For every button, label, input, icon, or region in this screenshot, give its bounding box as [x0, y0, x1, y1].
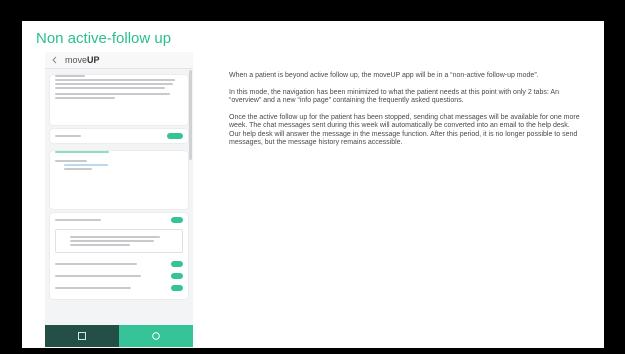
bottom-tab-bar — [45, 325, 193, 347]
tab-info[interactable] — [119, 325, 193, 347]
text-line — [55, 151, 109, 153]
text-line — [64, 168, 92, 170]
paragraph-1: When a patient is beyond active follow u… — [229, 72, 539, 79]
follow-up-card — [50, 151, 188, 209]
info-card — [50, 75, 188, 125]
text-line — [55, 160, 87, 162]
text-line — [70, 244, 130, 246]
back-arrow-icon[interactable] — [51, 56, 59, 64]
tab-overview[interactable] — [45, 325, 119, 347]
text-line — [64, 164, 108, 166]
text-line — [55, 75, 85, 77]
info-icon — [152, 327, 160, 345]
slide: Non active-follow up moveUP When a patie… — [22, 21, 604, 348]
paragraph-3: Once the active follow up for the patien… — [229, 113, 580, 147]
action-pill[interactable] — [167, 133, 183, 139]
paragraph-2: In this mode, the navigation has been mi… — [229, 88, 559, 105]
action-pill[interactable] — [171, 273, 183, 279]
text-line — [55, 83, 173, 85]
scrollbar[interactable] — [189, 70, 192, 160]
text-line — [55, 275, 141, 277]
action-pill[interactable] — [171, 261, 183, 267]
action-pill[interactable] — [171, 217, 183, 223]
text-line — [55, 97, 115, 99]
text-line — [70, 236, 160, 238]
action-pill[interactable] — [171, 285, 183, 291]
text-line — [55, 263, 137, 265]
text-line — [55, 93, 170, 95]
slide-title: Non active-follow up — [36, 30, 172, 47]
description-text: When a patient is beyond active follow u… — [229, 72, 583, 156]
text-line — [55, 87, 165, 89]
app-header: moveUP — [45, 52, 193, 69]
text-line — [55, 135, 81, 137]
text-line — [55, 79, 175, 81]
logo-suffix: UP — [87, 55, 100, 65]
logo-prefix: move — [65, 55, 88, 65]
text-line — [55, 287, 131, 289]
app-logo: moveUP — [65, 55, 100, 65]
text-line — [70, 240, 154, 242]
phone-screenshot: moveUP — [45, 52, 193, 347]
notice-box — [55, 229, 183, 253]
surveys-card — [50, 213, 188, 299]
overview-icon — [78, 327, 86, 345]
messages-card[interactable] — [50, 129, 188, 143]
text-line — [55, 219, 101, 221]
